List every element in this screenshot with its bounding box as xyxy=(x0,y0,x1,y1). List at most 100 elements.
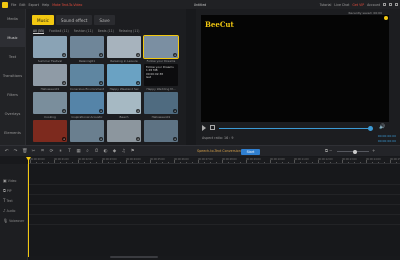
mark-icon[interactable]: ⚑ xyxy=(130,149,135,154)
download-icon[interactable]: ↓ xyxy=(173,53,177,57)
get-vip-link[interactable]: Get VIP xyxy=(352,3,364,7)
music-thumbnail[interactable]: ↓ xyxy=(70,36,104,58)
music-tile[interactable]: Follow your Dreams 1:45 MB 00:00:02:38 Get H… xyxy=(144,64,178,91)
music-thumbnail[interactable]: ↓ xyxy=(33,92,67,114)
music-tile[interactable]: ↓ xyxy=(70,120,104,142)
download-icon[interactable]: ↓ xyxy=(62,53,66,57)
music-thumbnail[interactable]: ↓ xyxy=(107,36,141,58)
redo-icon[interactable]: ↷ xyxy=(13,149,18,154)
download-icon[interactable]: ↓ xyxy=(173,137,177,141)
track-header[interactable]: ⧉ PIP xyxy=(3,188,12,193)
music-tile[interactable]: ↓ Conscious Environment xyxy=(70,64,104,91)
stop-icon[interactable] xyxy=(210,125,215,130)
music-thumbnail[interactable]: ↓ xyxy=(70,120,104,142)
nav-filters[interactable]: Filters xyxy=(0,85,25,104)
timeline-scrollbar[interactable] xyxy=(110,256,158,258)
music-thumbnail[interactable]: ↓ xyxy=(33,64,67,86)
music-thumbnail[interactable]: ↓ xyxy=(33,120,67,142)
promo-link[interactable]: Make Text-To-Video xyxy=(52,3,82,7)
filter-football[interactable]: Football (11) xyxy=(49,29,69,34)
zoom-slider-handle[interactable] xyxy=(352,149,357,154)
duration-icon[interactable]: ⏱ xyxy=(94,149,99,154)
music-thumbnail[interactable]: Follow your Dreams 1:45 MB 00:00:02:38 Get xyxy=(144,64,178,86)
zoom-icon[interactable]: ⌕ xyxy=(85,149,90,154)
track-header[interactable]: ♪ Audio xyxy=(3,208,15,213)
music-thumbnail[interactable]: ↓ xyxy=(33,36,67,58)
menu-edit[interactable]: Edit xyxy=(19,3,25,7)
start-button[interactable]: Start xyxy=(241,148,260,155)
download-icon[interactable]: ↓ xyxy=(99,109,103,113)
undo-icon[interactable]: ↶ xyxy=(4,149,9,154)
download-icon[interactable]: ↓ xyxy=(136,109,140,113)
minimize-icon[interactable] xyxy=(383,3,386,6)
timeline-zoom-slider[interactable] xyxy=(337,149,369,154)
nav-transitions[interactable]: Transitions xyxy=(0,66,25,85)
download-icon[interactable]: ↓ xyxy=(62,81,66,85)
mosaic-icon[interactable]: ▦ xyxy=(76,149,81,154)
music-thumbnail[interactable]: ↓ xyxy=(143,35,179,59)
download-icon[interactable]: ↓ xyxy=(173,109,177,113)
zoom-out-icon[interactable]: − xyxy=(329,148,332,153)
music-thumbnail[interactable]: ↓ xyxy=(107,64,141,86)
download-icon[interactable]: ↓ xyxy=(99,137,103,141)
nav-overlays[interactable]: Overlays xyxy=(0,104,25,123)
menu-export[interactable]: Export xyxy=(29,3,39,7)
split-icon[interactable]: ✂ xyxy=(31,149,36,154)
scrub-bar[interactable] xyxy=(219,127,372,129)
music-tile[interactable]: ↓ Happy Weekend Sel xyxy=(107,64,141,91)
music-tile[interactable]: ↓ Beach xyxy=(107,92,141,119)
music-thumbnail[interactable]: ↓ xyxy=(70,92,104,114)
music-tile[interactable]: ↓ xyxy=(33,120,67,142)
play-icon[interactable] xyxy=(202,125,206,131)
music-tile[interactable]: ↓ Cooking xyxy=(33,92,67,119)
download-icon[interactable]: ↓ xyxy=(99,53,103,57)
crop-icon[interactable]: ⌗ xyxy=(40,149,45,154)
music-tile[interactable]: ↓ Follow your Dreams xyxy=(143,35,179,63)
scrub-handle[interactable] xyxy=(367,125,373,131)
volume-icon[interactable]: 🔊 xyxy=(379,124,385,130)
tab-save[interactable]: Save xyxy=(94,15,115,25)
music-thumbnail[interactable]: ↓ xyxy=(70,64,104,86)
rotate-icon[interactable]: ⟳ xyxy=(49,149,54,154)
maximize-icon[interactable] xyxy=(389,3,392,6)
download-icon[interactable]: ↓ xyxy=(62,109,66,113)
timeline-ruler[interactable]: 00:00:00:00 00:00:01:00 00:00:02:00 00:00:0… xyxy=(28,157,400,164)
speech-to-text-label[interactable]: Speech-to-Text Conversion xyxy=(197,149,241,153)
timeline-tracks[interactable] xyxy=(28,164,400,256)
download-icon[interactable]: ↓ xyxy=(99,81,103,85)
audio-edit-icon[interactable]: ♫ xyxy=(121,149,126,154)
aspect-ratio[interactable]: Aspect ratio: 16 : 9 xyxy=(202,136,234,140)
playhead[interactable] xyxy=(28,157,29,257)
filter-relaxing[interactable]: Relaxing (11) xyxy=(119,29,140,34)
download-icon[interactable]: ↓ xyxy=(136,53,140,57)
filter-all[interactable]: All (55) xyxy=(33,29,45,34)
tab-music[interactable]: Music xyxy=(32,15,54,25)
music-thumbnail[interactable]: ↓ xyxy=(144,120,178,142)
music-tile[interactable]: ↓ Halloween01 xyxy=(33,64,67,91)
zoom-in-icon[interactable]: + xyxy=(372,148,375,153)
track-header[interactable]: T Text xyxy=(3,198,13,203)
music-thumbnail[interactable]: ↓ xyxy=(144,92,178,114)
aspect-ratio-value[interactable]: 16 : 9 xyxy=(224,136,234,140)
track-header[interactable]: ▣ Video xyxy=(3,178,16,183)
account-link[interactable]: Account xyxy=(367,3,380,7)
keyframe-icon[interactable]: ◆ xyxy=(112,149,117,154)
filter-beats[interactable]: Beats (11) xyxy=(98,29,114,34)
color-icon[interactable]: ◐ xyxy=(103,149,108,154)
nav-media[interactable]: Media xyxy=(0,9,25,28)
download-icon[interactable]: ↓ xyxy=(62,137,66,141)
music-tile[interactable]: ↓ Relaxing01 xyxy=(70,36,104,63)
music-thumbnail[interactable]: ↓ xyxy=(107,120,141,142)
nav-music[interactable]: Music xyxy=(0,28,25,47)
music-tile[interactable]: ↓ xyxy=(144,120,178,142)
music-tile[interactable]: ↓ Summer Festival xyxy=(33,36,67,63)
music-tile[interactable]: ↓ Halloween01 xyxy=(144,92,178,119)
nav-elements[interactable]: Elements xyxy=(0,123,25,142)
live-chat-link[interactable]: Live Chat xyxy=(334,3,349,7)
tab-sound-effect[interactable]: Sound effect xyxy=(55,15,93,25)
track-header[interactable]: 🎙 Voiceover xyxy=(3,218,24,223)
delete-icon[interactable]: 🗑 xyxy=(22,149,28,154)
freeze-icon[interactable]: ⏸ xyxy=(58,149,63,154)
music-tile[interactable]: ↓ Relaxing in Leisure xyxy=(107,36,141,63)
download-icon[interactable]: ↓ xyxy=(136,137,140,141)
